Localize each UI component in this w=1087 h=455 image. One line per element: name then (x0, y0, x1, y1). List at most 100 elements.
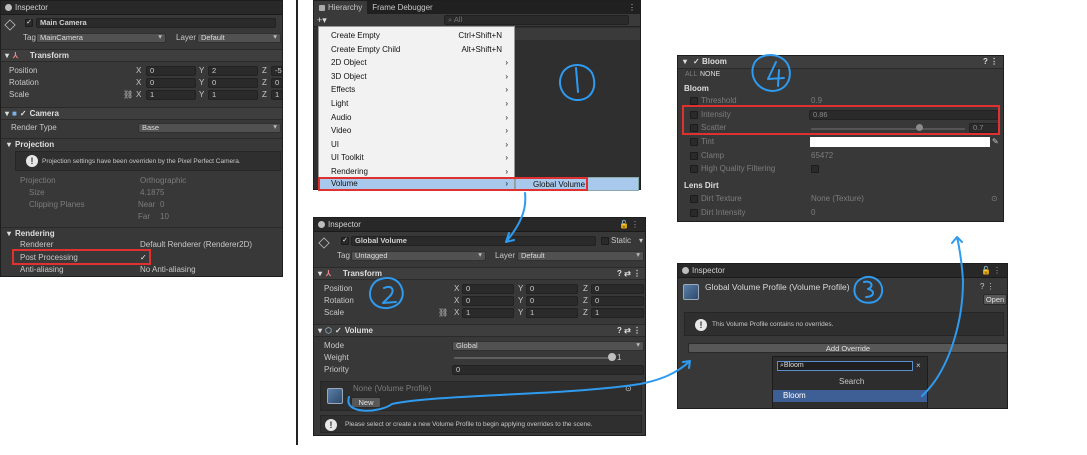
tab-frame-debugger[interactable]: Frame Debugger (367, 3, 437, 12)
menu-item-volume[interactable]: Volume › (319, 178, 514, 190)
rotation-z[interactable]: 0 (591, 296, 644, 306)
help-icon[interactable]: ? ⇄ ⋮ (617, 269, 641, 278)
menu-item-rendering[interactable]: Rendering › (319, 165, 514, 179)
priority-field[interactable]: 0 (452, 365, 644, 375)
help-icon[interactable]: ? ⋮ (980, 281, 995, 293)
scale-z[interactable]: 1 (591, 308, 644, 318)
hq-filtering-override[interactable] (690, 165, 698, 173)
object-name-field[interactable]: Global Volume (351, 236, 596, 246)
settings-icon[interactable]: ? ⇄ ⋮ (617, 326, 641, 335)
new-profile-button[interactable]: New (351, 397, 381, 408)
transform-header[interactable]: ▾ ⅄ Transform (1, 49, 282, 62)
link-icon[interactable]: ⛓ (438, 307, 448, 319)
post-processing-checkbox[interactable]: ✓ (140, 252, 147, 264)
menu-item-2d-object[interactable]: 2D Object › (319, 56, 514, 70)
position-y[interactable]: 0 (526, 284, 578, 294)
dirt-texture-override[interactable] (690, 195, 698, 203)
menu-dots-icon[interactable]: ⋮ (628, 3, 636, 12)
threshold-override[interactable] (690, 97, 698, 105)
rotation-y[interactable]: 0 (526, 296, 578, 306)
scatter-slider-track[interactable] (811, 128, 965, 130)
none-toggle[interactable]: NONE (700, 69, 720, 81)
rotation-x[interactable]: 0 (146, 78, 196, 88)
menu-item-create-empty[interactable]: Create Empty Ctrl+Shift+N (319, 29, 514, 43)
transform-header[interactable]: ▾ ⅄ Transform ? ⇄ ⋮ (314, 267, 645, 280)
weight-slider-handle[interactable] (608, 353, 616, 361)
position-y[interactable]: 2 (208, 66, 258, 76)
link-icon[interactable]: ⛓ (123, 89, 133, 101)
mode-dropdown[interactable]: Global (452, 341, 644, 351)
texture-picker-icon[interactable]: ⊙ (991, 193, 998, 205)
volume-enabled-check[interactable]: ✓ (335, 326, 342, 335)
intensity-override[interactable] (690, 111, 698, 119)
all-toggle[interactable]: ALL (685, 69, 697, 81)
scatter-field[interactable]: 0.7 (969, 123, 999, 133)
scale-x[interactable]: 1 (462, 308, 514, 318)
menu-item-video[interactable]: Video › (319, 124, 514, 138)
eyedropper-icon[interactable]: ✎ (992, 136, 999, 148)
rotation-y[interactable]: 0 (208, 78, 258, 88)
rendering-header[interactable]: ▾ Rendering (1, 227, 282, 239)
renderer-value[interactable]: Default Renderer (Renderer2D) (140, 239, 252, 251)
active-toggle[interactable]: ✓ (25, 19, 33, 27)
profile-picker-icon[interactable]: ⊙ (625, 383, 632, 395)
add-override-button[interactable]: Add Override (688, 343, 1007, 353)
position-z[interactable]: 0 (591, 284, 644, 294)
dirt-texture-value[interactable]: None (Texture) (811, 193, 864, 205)
threshold-value[interactable]: 0.9 (811, 95, 822, 107)
volume-header[interactable]: ▾ ⬡ ✓ Volume ? ⇄ ⋮ (314, 324, 645, 337)
foldout-icon[interactable]: ▾ (683, 56, 687, 68)
menu-item-create-empty-child[interactable]: Create Empty Child Alt+Shift+N (319, 43, 514, 57)
add-button[interactable]: +▾ (317, 14, 327, 26)
menu-item-effects[interactable]: Effects › (319, 83, 514, 97)
inspector-tab[interactable]: Inspector (1, 1, 282, 15)
menu-item-audio[interactable]: Audio › (319, 111, 514, 125)
tag-dropdown[interactable]: Untagged (351, 251, 486, 261)
rotation-z[interactable]: 0 (271, 78, 282, 88)
tint-override[interactable] (690, 138, 698, 146)
static-toggle[interactable] (601, 237, 609, 245)
projection-header[interactable]: ▾ Projection (1, 138, 282, 150)
intensity-field[interactable]: 0.86 (809, 110, 999, 120)
scale-z[interactable]: 1 (271, 90, 282, 100)
active-toggle[interactable]: ✓ (341, 237, 349, 245)
position-x[interactable]: 0 (146, 66, 196, 76)
scatter-override[interactable] (690, 124, 698, 132)
tint-color-swatch[interactable] (810, 137, 990, 147)
profile-field[interactable]: None (Volume Profile) (353, 383, 431, 395)
tag-dropdown[interactable]: MainCamera (36, 33, 166, 43)
weight-value[interactable]: 1 (617, 352, 621, 364)
help-icon[interactable]: ? ⋮ (983, 56, 998, 68)
position-z[interactable]: -5 (271, 66, 282, 76)
dirt-intensity-value[interactable]: 0 (811, 207, 815, 219)
override-result-bloom[interactable]: Bloom (773, 390, 927, 402)
layer-dropdown[interactable]: Default (197, 33, 281, 43)
camera-header[interactable]: ▾ ■ ✓ Camera (1, 107, 282, 120)
position-x[interactable]: 0 (462, 284, 514, 294)
override-search-input[interactable]: ⌕Bloom (777, 361, 913, 371)
search-input[interactable]: ⌕ All (444, 15, 629, 25)
open-button[interactable]: Open (983, 294, 1007, 305)
rotation-x[interactable]: 0 (462, 296, 514, 306)
camera-enabled-check[interactable]: ✓ (20, 109, 27, 118)
render-type-dropdown[interactable]: Base (138, 123, 281, 133)
menu-item-light[interactable]: Light › (319, 97, 514, 111)
tab-hierarchy[interactable]: Hierarchy (314, 1, 368, 14)
lock-icon[interactable]: 🔓⋮ (619, 220, 641, 229)
clear-icon[interactable]: × (916, 360, 921, 372)
scatter-slider-handle[interactable] (915, 124, 923, 131)
scale-y[interactable]: 1 (208, 90, 258, 100)
scale-y[interactable]: 1 (526, 308, 578, 318)
object-name-field[interactable]: Main Camera (36, 18, 276, 28)
static-dropdown-arrow[interactable]: ▾ (639, 235, 643, 247)
clamp-override[interactable] (690, 152, 698, 160)
weight-slider-track[interactable] (454, 357, 612, 359)
scale-x[interactable]: 1 (146, 90, 196, 100)
menu-item-ui-toolkit[interactable]: UI Toolkit › (319, 151, 514, 165)
lock-icon[interactable]: 🔓⋮ (981, 266, 1003, 275)
dirt-intensity-override[interactable] (690, 209, 698, 217)
anti-aliasing-value[interactable]: No Anti-aliasing (140, 264, 196, 276)
menu-item-3d-object[interactable]: 3D Object › (319, 70, 514, 84)
layer-dropdown[interactable]: Default (517, 251, 644, 261)
inspector-tab[interactable]: Inspector 🔓⋮ (678, 264, 1007, 278)
